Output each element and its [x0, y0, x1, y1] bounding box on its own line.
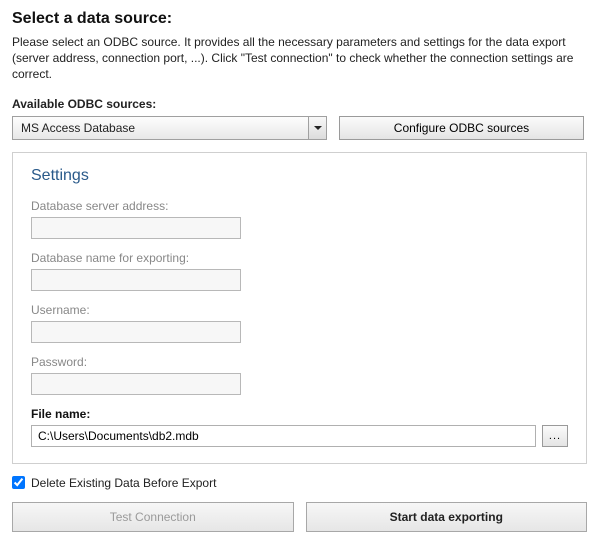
server-address-label: Database server address:	[31, 199, 568, 213]
server-address-input[interactable]	[31, 217, 241, 239]
page-description: Please select an ODBC source. It provide…	[12, 34, 587, 83]
configure-odbc-button[interactable]: Configure ODBC sources	[339, 116, 584, 140]
settings-title: Settings	[31, 167, 568, 185]
delete-existing-label: Delete Existing Data Before Export	[31, 476, 216, 490]
username-input[interactable]	[31, 321, 241, 343]
odbc-source-select[interactable]: MS Access Database	[12, 116, 327, 140]
settings-panel: Settings Database server address: Databa…	[12, 152, 587, 464]
filename-label: File name:	[31, 407, 568, 421]
browse-button[interactable]: ...	[542, 425, 568, 447]
available-sources-label: Available ODBC sources:	[12, 97, 587, 111]
page-title: Select a data source:	[12, 10, 587, 28]
delete-existing-checkbox[interactable]	[12, 476, 25, 489]
chevron-down-icon	[314, 126, 322, 130]
username-label: Username:	[31, 303, 568, 317]
test-connection-button[interactable]: Test Connection	[12, 502, 294, 532]
start-export-button[interactable]: Start data exporting	[306, 502, 588, 532]
dropdown-button[interactable]	[308, 117, 326, 139]
filename-input[interactable]	[31, 425, 536, 447]
database-name-label: Database name for exporting:	[31, 251, 568, 265]
database-name-input[interactable]	[31, 269, 241, 291]
delete-existing-row[interactable]: Delete Existing Data Before Export	[12, 476, 587, 490]
odbc-source-selected: MS Access Database	[13, 121, 308, 135]
password-input[interactable]	[31, 373, 241, 395]
password-label: Password:	[31, 355, 568, 369]
